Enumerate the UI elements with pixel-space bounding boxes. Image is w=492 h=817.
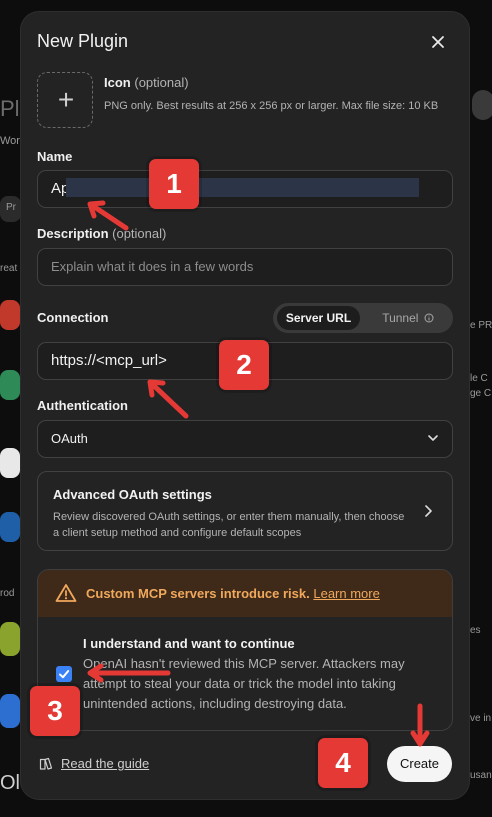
book-icon [39,757,53,770]
warning-text: Custom MCP servers introduce risk. Learn… [86,586,380,601]
authentication-select[interactable]: OAuth [37,420,453,458]
optional-label: (optional) [134,75,189,90]
authentication-label: Authentication [37,398,128,413]
drive-icon [0,370,20,400]
icon-upload-button[interactable]: + [37,72,93,128]
annotation-badge-4: 4 [318,738,368,788]
server-url-option[interactable]: Server URL [277,306,360,330]
advanced-description: Review discovered OAuth settings, or ent… [53,511,405,539]
info-icon [424,313,434,323]
icon-help-text: PNG only. Best results at 256 x 256 px o… [104,100,439,112]
description-label-text: Description [37,226,109,241]
redacted-text [66,178,419,197]
annotation-badge-2: 2 [219,340,269,390]
checkbox-description: OpenAI hasn't reviewed this MCP server. … [83,656,405,711]
icon-label-text: Icon [104,75,131,90]
icon-label: Icon (optional) [104,75,189,90]
bg-text: Ol [0,772,20,794]
gmail-icon [0,300,20,330]
bg-text: e PR [470,320,492,331]
annotation-badge-3: 3 [30,686,80,736]
server-url-value: https://<mcp_url> [51,352,167,369]
risk-warning-panel: Custom MCP servers introduce risk. Learn… [37,569,453,731]
bg-text: le C [470,373,488,384]
annotation-badge-1: 1 [149,159,199,209]
advanced-oauth-settings-button[interactable]: Advanced OAuth settings Review discovere… [37,471,453,551]
bg-text: es [470,625,481,636]
bg-text: reat [0,263,18,274]
close-icon [432,36,444,48]
close-button[interactable] [426,30,450,54]
app-icon [0,694,20,728]
description-placeholder: Explain what it does in a few words [51,259,254,274]
background-app-left: Plu Wor Pr reat rod Ol [0,0,32,817]
authentication-value: OAuth [51,431,88,446]
warning-title: Custom MCP servers introduce risk. [86,586,310,601]
warning-header: Custom MCP servers introduce risk. Learn… [38,570,452,617]
understand-checkbox[interactable] [56,666,72,682]
connection-toggle[interactable]: Server URL Tunnel [273,303,453,333]
bg-text: ve in [470,713,492,724]
learn-more-link[interactable]: Learn more [313,586,379,601]
description-input[interactable]: Explain what it does in a few words [37,248,453,286]
read-guide-text: Read the guide [61,756,150,771]
advanced-title: Advanced OAuth settings [53,487,212,502]
bg-text: usan [470,770,492,781]
bg-text: Wor [0,135,20,147]
description-label: Description (optional) [37,226,166,241]
app-icon [0,622,20,656]
checkbox-title: I understand and want to continue [83,636,295,651]
background-app-right: e PR le C ge C es ve in usan [468,0,492,817]
bg-text: rod [0,588,15,599]
tunnel-option[interactable]: Tunnel [373,306,443,330]
chevron-down-icon [428,435,438,441]
dialog-title: New Plugin [37,31,129,51]
app-icon [0,512,20,542]
bg-text: Pr [6,202,16,213]
warning-icon [55,584,77,602]
name-label: Name [37,149,73,164]
bg-chip [472,90,492,120]
checkmark-icon [59,670,70,679]
tunnel-label: Tunnel [382,311,419,325]
chevron-right-icon [425,505,432,517]
connection-label: Connection [37,310,109,325]
optional-label: (optional) [112,226,167,241]
create-button[interactable]: Create [387,746,452,782]
new-plugin-dialog: New Plugin + Icon (optional) PNG only. B… [21,12,469,799]
bg-text: ge C [470,388,492,399]
plus-icon: + [57,84,75,115]
notion-icon [0,448,20,478]
